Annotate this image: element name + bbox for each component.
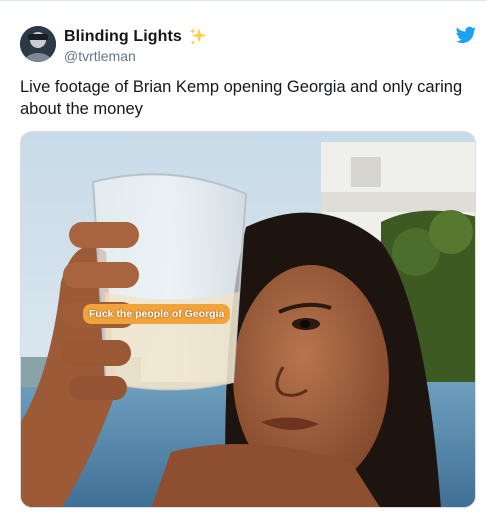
sparkles-icon [188,27,208,47]
author-name-row[interactable]: Blinding Lights [64,27,208,47]
tweet-media-image[interactable]: Fuck the people of Georgia [20,131,476,508]
tweet-card: Blinding Lights @tvrtleman Live footage … [0,0,487,515]
tweet-text: Live footage of Brian Kemp opening Georg… [20,78,463,118]
divider [0,0,487,1]
avatar[interactable] [20,26,56,62]
author-handle[interactable]: @tvrtleman [64,48,136,64]
twitter-bird-icon[interactable] [456,26,476,44]
author-display-name[interactable]: Blinding Lights [64,28,182,46]
media-caption: Fuck the people of Georgia [83,304,231,324]
